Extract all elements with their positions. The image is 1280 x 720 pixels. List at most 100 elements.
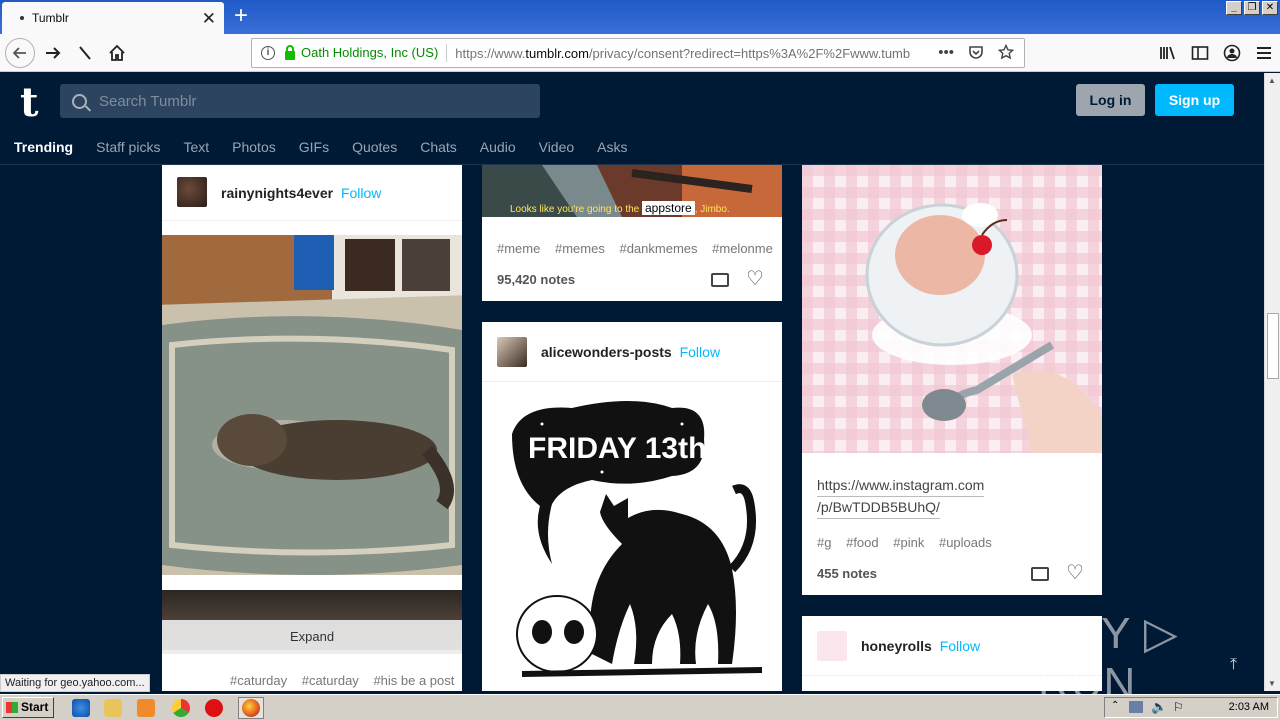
post-link[interactable]: https://www.instagram.com /p/BwTDDB5BUhQ… (817, 475, 985, 519)
reblog-icon[interactable] (711, 273, 729, 287)
username-text[interactable]: honeyrolls (861, 638, 932, 654)
heart-icon[interactable]: ♡ (746, 269, 764, 289)
info-icon[interactable]: i (261, 46, 275, 60)
sidebar-button[interactable] (1184, 40, 1216, 66)
notes-count[interactable]: 455 notes (817, 566, 877, 581)
library-button[interactable] (1152, 40, 1184, 66)
link-line-1[interactable]: https://www.instagram.com (817, 475, 985, 497)
tab-trending[interactable]: Trending (14, 139, 73, 155)
follow-button[interactable]: Follow (341, 185, 381, 201)
flag-icon[interactable]: ⚐ (1173, 700, 1184, 714)
url-bar[interactable]: i Oath Holdings, Inc (US) https://www.tu… (251, 38, 1025, 68)
scroll-up-icon[interactable]: ▲ (1268, 76, 1276, 85)
tab-close-icon[interactable]: ✕ (202, 10, 216, 27)
start-button[interactable]: Start (2, 697, 54, 718)
cat-on-rug-photo[interactable] (162, 235, 462, 575)
heart-icon[interactable]: ♡ (1066, 563, 1084, 583)
chrome-icon[interactable] (172, 699, 190, 717)
meme-caption-text: Looks like you're going to the (510, 204, 640, 215)
avatar[interactable] (497, 337, 527, 367)
restore-button[interactable]: ❐ (1244, 1, 1260, 15)
friday-13th-artwork[interactable]: FRIDAY 13th (482, 394, 782, 691)
search-input[interactable] (99, 92, 519, 110)
tag[interactable]: #caturday (230, 673, 287, 688)
reblog-icon[interactable] (1031, 567, 1049, 581)
tab-staff-picks[interactable]: Staff picks (96, 139, 160, 155)
login-button[interactable]: Log in (1076, 84, 1145, 116)
account-button[interactable] (1216, 40, 1248, 66)
tag[interactable]: #dankmemes (619, 241, 697, 256)
vertical-scrollbar[interactable]: ▲ ▼ (1264, 73, 1280, 691)
post-rainynights4ever: rainynights4ever Follow Expand #caturday… (162, 165, 462, 691)
avatar[interactable] (177, 177, 207, 207)
link-line-2[interactable]: /p/BwTDDB5BUhQ/ (817, 497, 940, 519)
tab-asks[interactable]: Asks (597, 139, 627, 155)
notes-count[interactable]: 95,420 notes (497, 272, 575, 287)
tab-audio[interactable]: Audio (480, 139, 516, 155)
back-arrow-icon (12, 47, 26, 59)
post-pudding: https://www.instagram.com /p/BwTDDB5BUhQ… (802, 165, 1102, 595)
pudding-photo[interactable] (802, 165, 1102, 453)
forward-arrow-icon (46, 47, 61, 59)
username-text[interactable]: rainynights4ever (221, 185, 333, 201)
tab-gifs[interactable]: GIFs (299, 139, 329, 155)
tag[interactable]: #caturday (302, 673, 359, 688)
account-icon (1223, 44, 1241, 62)
tab-chats[interactable]: Chats (420, 139, 457, 155)
home-button[interactable] (103, 40, 131, 66)
post-username[interactable]: alicewonders-posts Follow (541, 344, 720, 360)
tag[interactable]: #meme (497, 241, 540, 256)
sidebar-icon (1191, 46, 1209, 60)
close-window-button[interactable]: ✕ (1262, 1, 1278, 15)
scroll-thumb[interactable] (1267, 313, 1279, 379)
tag[interactable]: #g (817, 535, 831, 550)
url-text[interactable]: https://www.tumblr.com/privacy/consent?r… (455, 46, 917, 61)
volume-icon[interactable]: 🔈 (1151, 699, 1167, 715)
search-box[interactable] (60, 84, 540, 118)
avatar[interactable] (817, 631, 847, 661)
follow-button[interactable]: Follow (680, 344, 720, 360)
browser-tab[interactable]: Tumblr ✕ (2, 2, 224, 34)
post-username[interactable]: rainynights4ever Follow (221, 185, 381, 201)
tab-photos[interactable]: Photos (232, 139, 276, 155)
scroll-down-icon[interactable]: ▼ (1268, 679, 1276, 688)
tumblr-logo[interactable]: t (20, 83, 38, 123)
tab-video[interactable]: Video (539, 139, 575, 155)
pocket-icon[interactable] (968, 44, 984, 60)
meme-caption: Looks like you're going to the appstore,… (510, 201, 730, 215)
clock[interactable]: 2:03 AM (1229, 701, 1269, 713)
tray-expand-icon[interactable]: ⌃ (1111, 700, 1119, 711)
follow-button[interactable]: Follow (940, 638, 980, 654)
minimize-button[interactable]: _ (1226, 1, 1242, 15)
bookmark-star-icon[interactable] (998, 44, 1014, 60)
tag[interactable]: #his be a post (373, 673, 454, 688)
tag[interactable]: #melonme (712, 241, 773, 256)
opera-icon[interactable] (205, 699, 223, 717)
signup-button[interactable]: Sign up (1155, 84, 1234, 116)
folder-icon[interactable] (104, 699, 122, 717)
expand-button[interactable]: Expand (162, 620, 462, 654)
tag[interactable]: #food (846, 535, 879, 550)
tumblr-page: t Log in Sign up Trending Staff picks Te… (0, 73, 1264, 691)
stop-button[interactable] (71, 40, 99, 66)
media-player-icon[interactable] (137, 699, 155, 717)
home-icon (109, 44, 125, 61)
tab-favicon-icon (20, 16, 24, 20)
username-text[interactable]: alicewonders-posts (541, 344, 672, 360)
site-identity[interactable]: Oath Holdings, Inc (US) (301, 44, 448, 62)
tag[interactable]: #memes (555, 241, 605, 256)
tab-quotes[interactable]: Quotes (352, 139, 397, 155)
forward-button[interactable] (39, 40, 67, 66)
menu-button[interactable] (1248, 40, 1280, 66)
back-button[interactable] (5, 38, 35, 68)
status-tooltip: Waiting for geo.yahoo.com... (0, 674, 150, 692)
tag[interactable]: #pink (893, 535, 924, 550)
network-icon[interactable] (1129, 701, 1143, 713)
lock-icon[interactable] (285, 44, 295, 60)
ie-icon[interactable] (72, 699, 90, 717)
page-actions-icon[interactable]: ••• (938, 44, 954, 61)
new-tab-button[interactable]: + (230, 3, 252, 29)
tag[interactable]: #uploads (939, 535, 992, 550)
post-username[interactable]: honeyrolls Follow (861, 638, 980, 654)
tab-text[interactable]: Text (183, 139, 209, 155)
